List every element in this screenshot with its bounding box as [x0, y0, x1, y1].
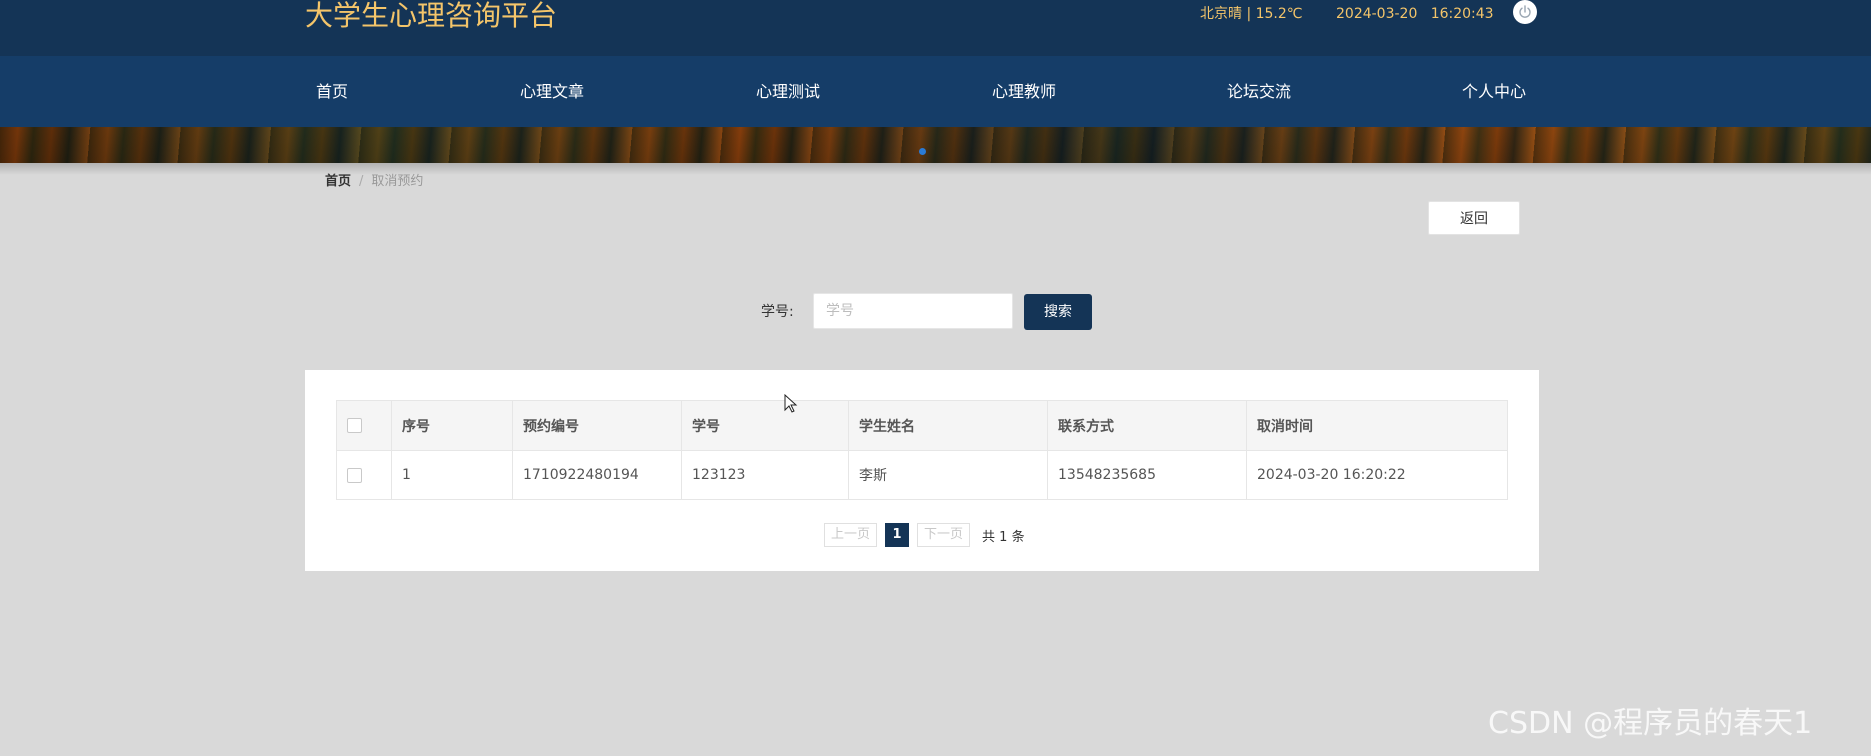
row-checkbox[interactable] [347, 467, 362, 483]
breadcrumb: 首页 / 取消预约 [325, 173, 423, 191]
breadcrumb-current: 取消预约 [371, 174, 424, 189]
carousel-indicator[interactable] [919, 148, 926, 155]
search-button[interactable]: 搜索 [1024, 294, 1092, 330]
nav-item-forum[interactable]: 论坛交流 [1227, 56, 1291, 127]
mouse-cursor-icon [784, 394, 798, 413]
banner-image [0, 127, 1871, 163]
banner-shadow [0, 163, 1871, 175]
header-select-all [336, 400, 392, 451]
prev-page-button[interactable]: 上一页 [824, 523, 878, 547]
column-header: 学号 [681, 400, 849, 451]
main-nav: 首页 心理文章 心理测试 心理教师 论坛交流 个人中心 [0, 56, 1871, 127]
results-panel: 序号 预约编号 学号 学生姓名 联系方式 取消时间 1 171092248019… [305, 370, 1539, 571]
cell-index: 1 [391, 450, 513, 500]
column-header: 序号 [391, 400, 513, 451]
row-select-cell [336, 450, 392, 500]
datetime-display: 2024-03-20 16:20:43 [1336, 6, 1494, 22]
student-id-search-input[interactable] [813, 293, 1013, 329]
breadcrumb-separator: / [359, 174, 364, 189]
column-header: 取消时间 [1246, 400, 1508, 451]
pagination: 上一页 1 下一页 共 1 条 [824, 523, 1025, 547]
next-page-button[interactable]: 下一页 [917, 523, 971, 547]
cell-student-id: 123123 [681, 450, 849, 500]
watermark: CSDN @程序员的春天1 [1488, 706, 1813, 741]
nav-item-tests[interactable]: 心理测试 [756, 56, 820, 127]
cell-cancel-time: 2024-03-20 16:20:22 [1246, 450, 1508, 500]
nav-item-articles[interactable]: 心理文章 [520, 56, 584, 127]
nav-item-home[interactable]: 首页 [316, 56, 348, 127]
current-page[interactable]: 1 [885, 523, 910, 547]
weather-info: 北京晴 | 15.2℃ [1200, 6, 1303, 22]
nav-item-teachers[interactable]: 心理教师 [992, 56, 1056, 127]
cell-booking-no: 1710922480194 [512, 450, 682, 500]
total-count: 共 1 条 [982, 529, 1025, 545]
breadcrumb-home[interactable]: 首页 [325, 174, 351, 189]
nav-item-profile[interactable]: 个人中心 [1462, 56, 1526, 127]
table-row: 1 1710922480194 123123 李斯 13548235685 20… [336, 450, 1508, 500]
site-title: 大学生心理咨询平台 [305, 0, 558, 32]
power-icon[interactable] [1513, 0, 1537, 24]
table-header-row: 序号 预约编号 学号 学生姓名 联系方式 取消时间 [336, 400, 1508, 451]
column-header: 预约编号 [512, 400, 682, 451]
cell-student-name: 李斯 [848, 450, 1048, 500]
student-id-label: 学号: [761, 304, 794, 320]
column-header: 联系方式 [1047, 400, 1247, 451]
power-icon-glyph [1519, 5, 1531, 18]
column-header: 学生姓名 [848, 400, 1048, 451]
select-all-checkbox[interactable] [347, 418, 362, 433]
back-button[interactable]: 返回 [1428, 201, 1520, 235]
cancel-booking-table: 序号 预约编号 学号 学生姓名 联系方式 取消时间 1 171092248019… [336, 400, 1508, 500]
cell-contact: 13548235685 [1047, 450, 1247, 500]
top-bar: 大学生心理咨询平台 北京晴 | 15.2℃ 2024-03-20 16:20:4… [0, 0, 1871, 56]
